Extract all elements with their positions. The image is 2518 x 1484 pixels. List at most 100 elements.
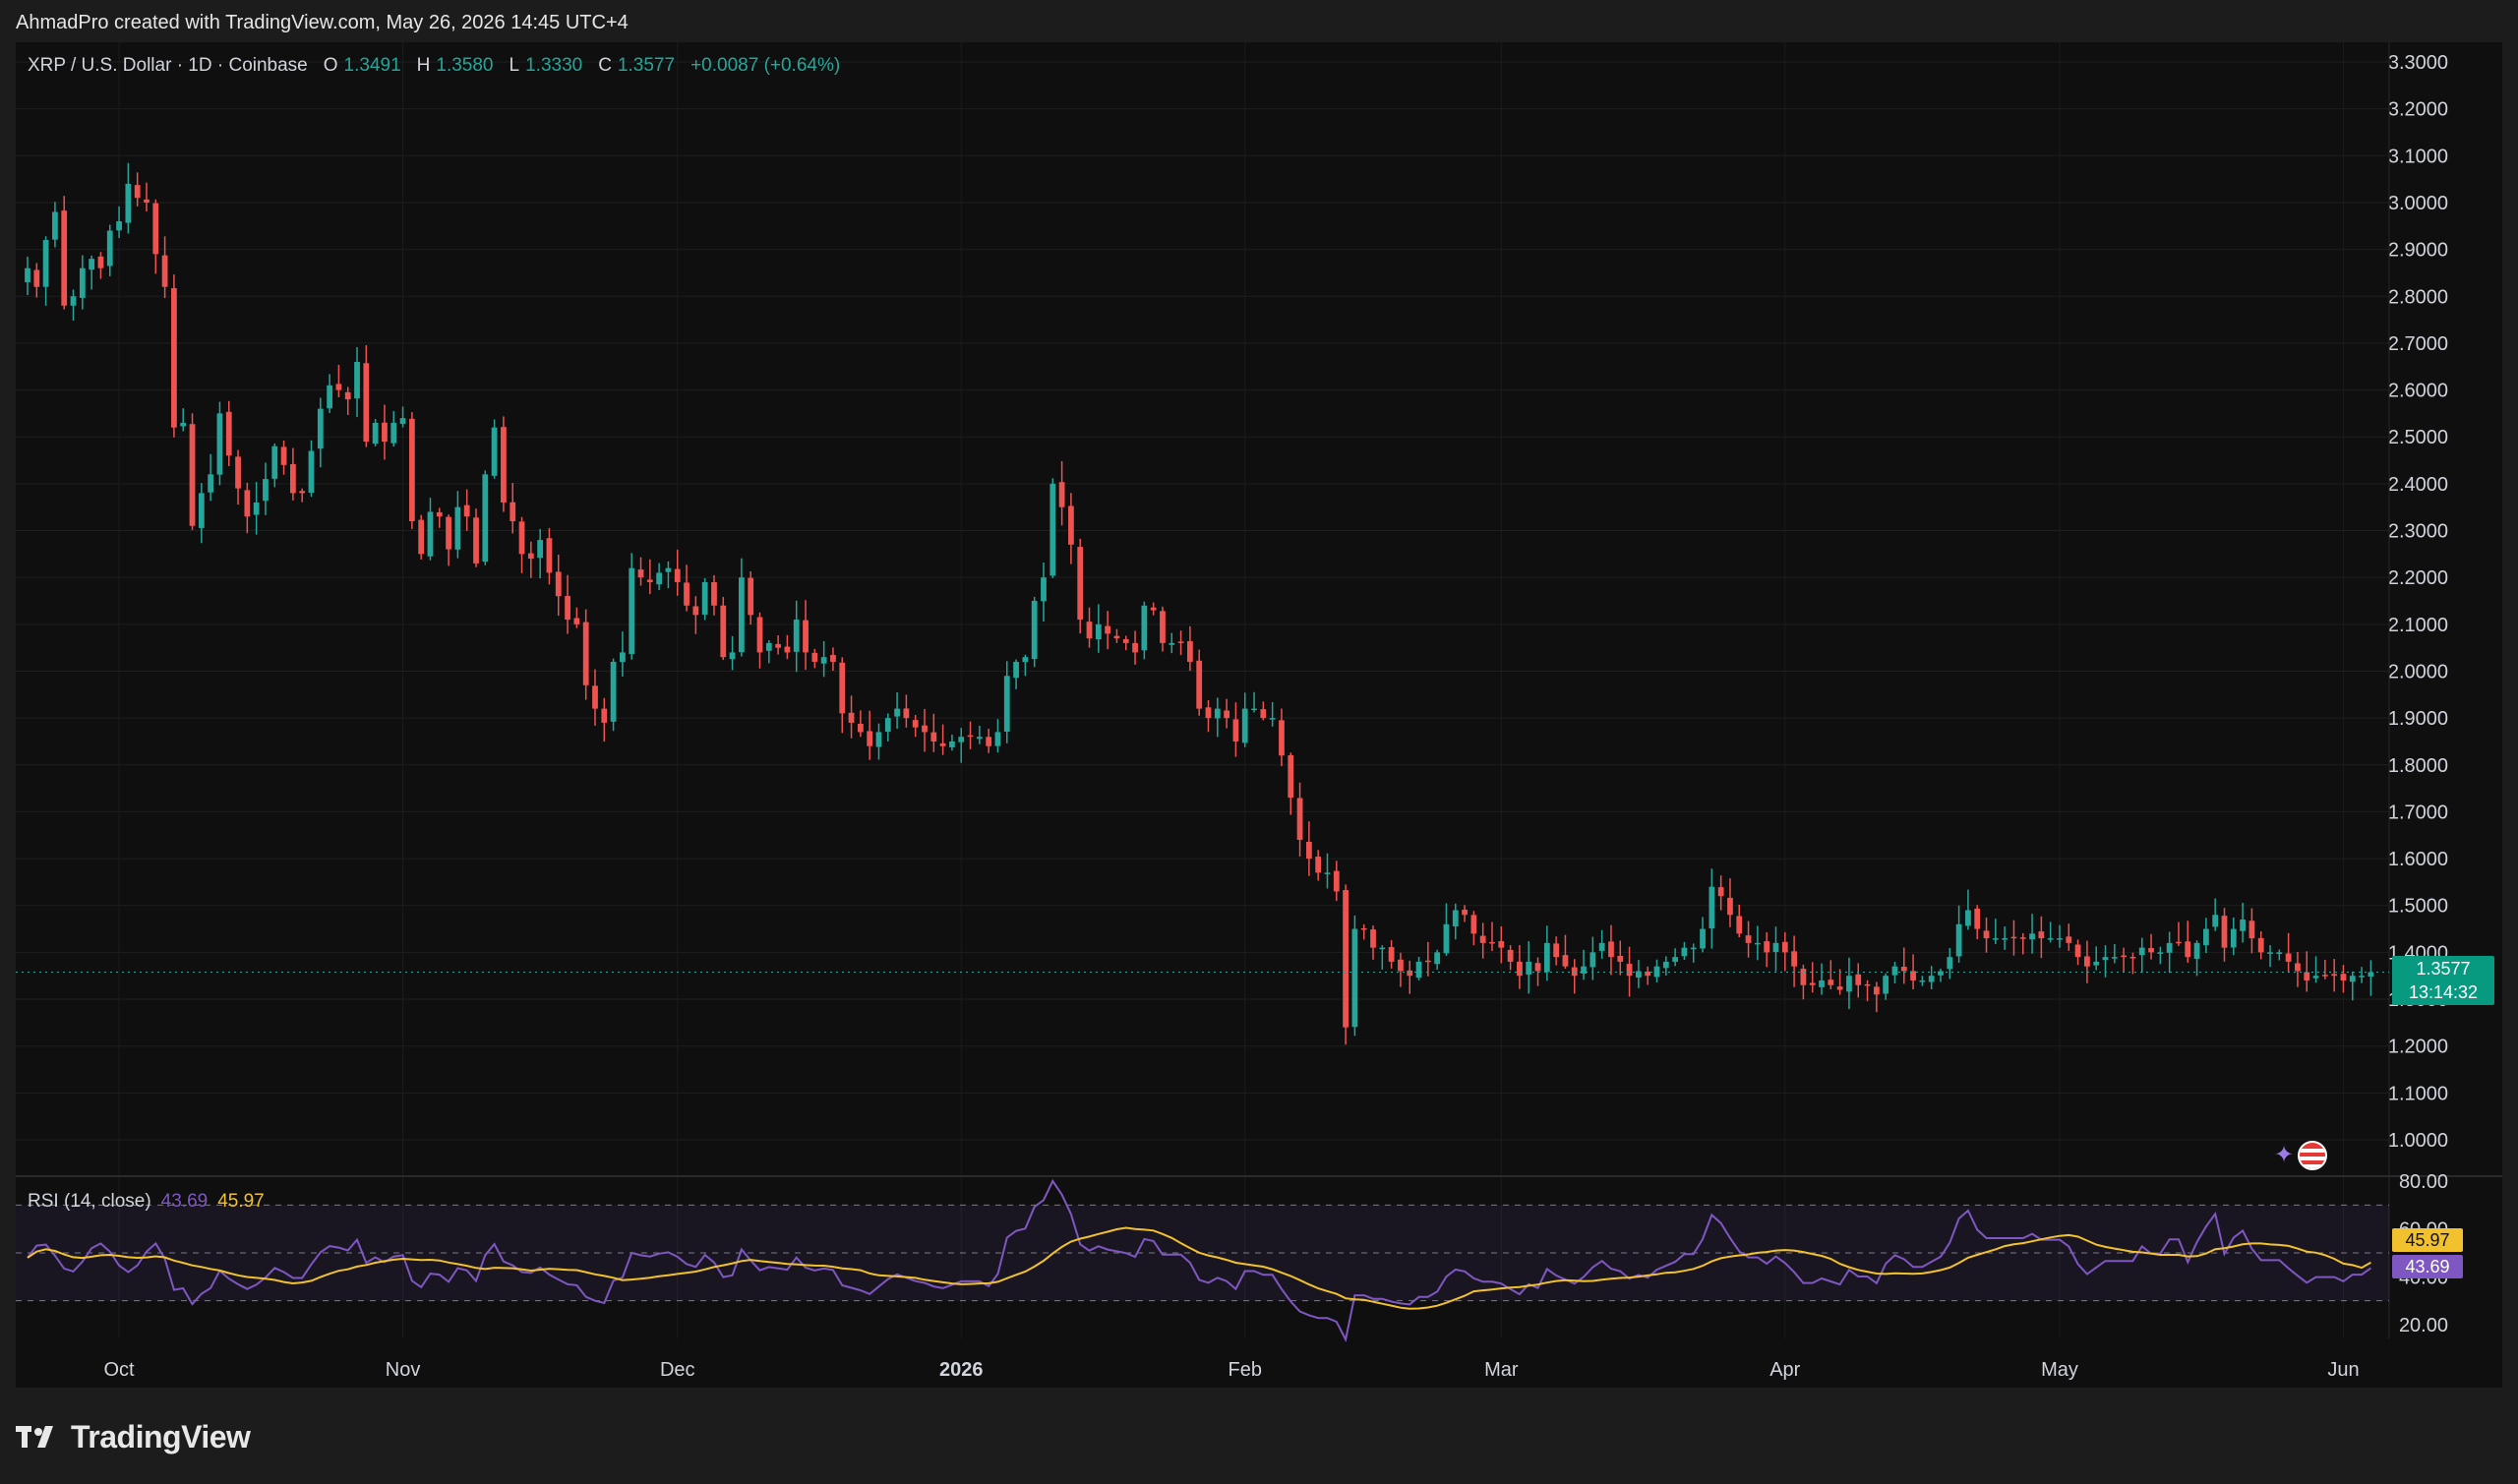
y-tick-label: 1.5000	[2388, 896, 2448, 918]
candle-body	[1864, 983, 1871, 986]
rsi-tag: 43.69	[2392, 1255, 2463, 1278]
y-tick-label: 1.6000	[2388, 849, 2448, 870]
candle-body	[125, 183, 132, 223]
candle-body	[903, 708, 910, 719]
candle-body	[106, 230, 113, 267]
candle-body	[684, 582, 689, 606]
candle-body	[1928, 976, 1935, 982]
candle-body	[994, 732, 1001, 746]
rsi-legend: RSI (14, close) 43.69 45.97	[28, 1191, 265, 1213]
candle-body	[848, 712, 855, 723]
low-value: 1.3330	[525, 55, 583, 76]
candle-body	[1736, 916, 1743, 934]
candle-body	[2002, 938, 2008, 940]
candle-body	[527, 553, 534, 560]
candle-body	[2148, 947, 2154, 953]
candle-body	[748, 577, 754, 616]
candle-body	[1598, 942, 1605, 951]
candle-body	[1224, 710, 1229, 719]
us-flag-icon[interactable]	[2298, 1141, 2327, 1170]
y-tick-label: 3.0000	[2388, 193, 2448, 214]
high-value: 1.3580	[436, 55, 494, 76]
price-chart[interactable]: 3.3000 3.2000 3.1000 3.0000 2.9000 2.8000 2.70…	[16, 42, 2502, 1388]
candle-body	[1672, 957, 1679, 962]
candle-body	[33, 269, 40, 287]
y-tick-label: 3.2000	[2388, 99, 2448, 121]
candle-body	[308, 450, 315, 493]
candle-body	[1113, 635, 1120, 639]
candle-body	[674, 568, 681, 582]
candle-body	[1709, 886, 1715, 929]
candle-body	[1205, 707, 1212, 719]
candle-body	[2248, 920, 2255, 939]
candle-body	[1800, 969, 1807, 985]
close-value: 1.3577	[617, 55, 676, 76]
candle-body	[949, 741, 955, 747]
candle-body	[289, 463, 296, 494]
candle-body	[280, 446, 287, 465]
candle-body	[784, 646, 791, 653]
x-tick-label: Oct	[103, 1359, 135, 1381]
candle-body	[1947, 957, 1953, 970]
candle-body	[2129, 956, 2136, 959]
candle-body	[271, 445, 278, 479]
footer-brand[interactable]: TradingView	[16, 1412, 251, 1461]
rsi-ma-tag: 45.97	[2392, 1228, 2463, 1252]
candle-body	[382, 422, 388, 442]
candle-body	[25, 267, 30, 282]
candle-body	[867, 731, 873, 746]
candle-body	[454, 506, 461, 550]
candle-body	[811, 652, 818, 662]
candle-body	[738, 577, 745, 653]
candle-body	[1983, 930, 1990, 939]
candle-body	[1068, 505, 1074, 545]
candle-body	[820, 657, 827, 664]
candle-body	[1232, 719, 1239, 742]
candle-body	[1214, 708, 1221, 719]
candle-body	[1608, 941, 1614, 958]
candle-body	[2240, 920, 2246, 931]
candle-body	[1434, 952, 1441, 965]
candle-body	[1388, 947, 1395, 962]
candle-body	[775, 643, 781, 648]
candle-body	[1562, 955, 1569, 967]
y-tick-label: 2.3000	[2388, 521, 2448, 543]
candle-body	[501, 427, 507, 503]
candle-body	[436, 511, 443, 517]
x-tick-label: Mar	[1484, 1359, 1519, 1381]
candle-body	[1507, 949, 1514, 962]
candle-body	[1086, 622, 1093, 639]
candle-body	[1462, 909, 1468, 916]
candle-body	[830, 654, 836, 662]
candle-body	[2057, 938, 2063, 940]
rsi-title[interactable]: RSI (14, close)	[28, 1191, 151, 1213]
candle-body	[52, 211, 58, 240]
candle-body	[1305, 842, 1312, 860]
rsi-value: 43.69	[160, 1191, 209, 1212]
candle-body	[656, 572, 663, 585]
candle-body	[1571, 967, 1578, 977]
sparkle-icon[interactable]: ✦	[2274, 1143, 2300, 1168]
candle-body	[2074, 944, 2081, 958]
candle-body	[620, 652, 626, 663]
candle-body	[1058, 482, 1065, 507]
candle-body	[1315, 857, 1322, 873]
candle-body	[216, 413, 223, 475]
candle-body	[1360, 927, 1367, 930]
candle-body	[418, 519, 425, 555]
candle-body	[1132, 642, 1138, 653]
y-tick-label: 2.4000	[2388, 474, 2448, 496]
candle-body	[839, 662, 846, 714]
candle-body	[1764, 941, 1770, 953]
candle-body	[793, 620, 800, 652]
x-tick-label: May	[2041, 1359, 2078, 1381]
candle-body	[1049, 483, 1056, 576]
candle-body	[1241, 708, 1248, 743]
candle-body	[1819, 979, 1825, 987]
candle-body	[1992, 938, 1999, 940]
candle-body	[1662, 961, 1669, 969]
candle-body	[2010, 936, 2017, 939]
candle-body	[1717, 887, 1724, 897]
symbol-title[interactable]: XRP / U.S. Dollar · 1D · Coinbase	[28, 55, 308, 77]
rsi-y-tick-label: 20.00	[2399, 1315, 2448, 1336]
